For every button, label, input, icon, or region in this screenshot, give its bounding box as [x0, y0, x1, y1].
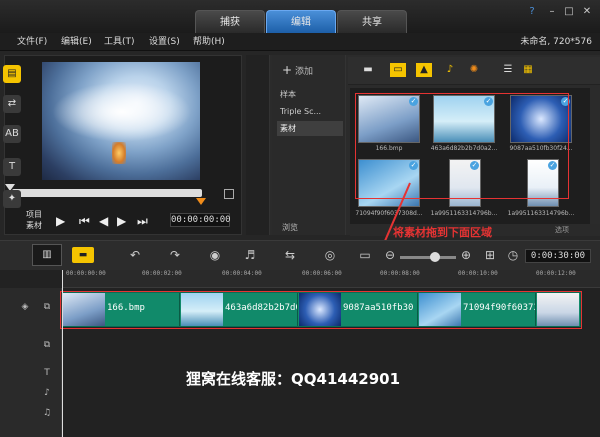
zoom-out-icon[interactable]: ⊖ [380, 246, 400, 264]
thumbnail-label: 1a9951163314796b... [430, 210, 498, 217]
flash-filter-icon[interactable]: ✺ [466, 63, 482, 77]
audio-mix-icon[interactable]: ♬ [240, 246, 260, 264]
scrub-bar[interactable] [12, 189, 202, 197]
motion-icon[interactable]: ⇆ [280, 246, 300, 264]
next-frame-icon[interactable]: ▶ [117, 214, 126, 228]
track-manager-icon[interactable]: ◎ [320, 246, 340, 264]
help-icon[interactable]: ? [525, 6, 539, 18]
zoom-in-icon[interactable]: ⊕ [456, 246, 476, 264]
timeline-playhead[interactable] [62, 270, 63, 437]
subtitle-icon[interactable]: ▭ [355, 246, 375, 264]
title-track-icon[interactable]: T [38, 366, 56, 380]
redo-icon[interactable]: ↷ [165, 246, 185, 264]
zoom-slider-knob[interactable] [430, 252, 440, 262]
folder-media[interactable]: 素材 [277, 121, 343, 136]
play-icon[interactable]: ▶ [56, 214, 65, 228]
mark-out-icon[interactable] [196, 198, 206, 205]
home-icon[interactable]: ⏮ [79, 214, 90, 229]
ruler-tick: 00:00:12:00 [536, 270, 576, 277]
fit-project-icon[interactable]: ⊞ [480, 246, 500, 264]
storyboard-view-icon[interactable]: ▥ [32, 244, 62, 266]
audio-filter-icon[interactable]: ♪ [442, 63, 458, 77]
minimize-icon[interactable]: – [545, 6, 559, 18]
record-icon[interactable]: ◉ [205, 246, 225, 264]
folder-sample[interactable]: 样本 [277, 87, 343, 102]
thumbnail-view-icon[interactable]: ▦ [520, 63, 536, 77]
add-label: 添加 [294, 67, 313, 77]
menu-tools[interactable]: 工具(T) [104, 33, 135, 51]
ruler-tick: 00:00:02:00 [142, 270, 182, 277]
folder-list [272, 55, 346, 235]
mode-clip[interactable]: 素材 [26, 220, 42, 231]
tab-share[interactable]: 共享 [337, 10, 407, 33]
filter-icon[interactable]: ✦ [3, 190, 21, 208]
title-icon[interactable]: AB [3, 125, 21, 143]
duration-clock-icon: ◷ [507, 248, 519, 262]
overlay-track-icon[interactable]: ⧉ [38, 338, 56, 352]
end-icon[interactable]: ⏭ [137, 214, 148, 229]
maximize-icon[interactable]: □ [562, 6, 576, 18]
watermark-text: 狸窝在线客服：QQ41442901 [186, 370, 400, 388]
undo-icon[interactable]: ↶ [125, 246, 145, 264]
instruction-text: 将素材拖到下面区域 [393, 226, 492, 239]
library-side-bar [246, 55, 270, 235]
voice-track-icon[interactable]: ♪ [38, 386, 56, 400]
video-track-icon[interactable]: ⧉ [38, 300, 56, 314]
ruler-tick: 00:00:04:00 [222, 270, 262, 277]
ruler-tick: 00:00:06:00 [302, 270, 342, 277]
ruler-tick: 00:00:10:00 [458, 270, 498, 277]
ruler-tick: 00:00:08:00 [380, 270, 420, 277]
menu-settings[interactable]: 设置(S) [149, 33, 180, 51]
project-info: 未命名, 720*576 [520, 37, 592, 47]
play-mode-labels[interactable]: 项目 素材 [26, 209, 42, 231]
open-folder-icon[interactable]: ▬ [360, 63, 376, 77]
media-folder-icon[interactable]: ▤ [3, 65, 21, 83]
video-editor-window: 捕获 编辑 共享 ? – □ ✕ 文件(F) 编辑(E) 工具(T) 设置(S)… [0, 0, 600, 437]
track-visibility-icon[interactable]: ◈ [16, 300, 34, 314]
menu-edit[interactable]: 编辑(E) [61, 33, 92, 51]
ruler-tick: 00:00:00:00 [66, 270, 106, 277]
menu-file[interactable]: 文件(F) [17, 33, 47, 51]
timeline-view-icon[interactable]: ▬ [72, 247, 94, 263]
clip-highlight [60, 291, 582, 329]
folder-triple-scroll[interactable]: Triple Sc... [277, 104, 343, 119]
list-view-icon[interactable]: ☰ [500, 63, 516, 77]
mode-project[interactable]: 项目 [26, 209, 42, 220]
video-filter-icon[interactable]: ▭ [390, 63, 406, 77]
transition-icon[interactable]: ⇄ [3, 95, 21, 113]
copy-icon[interactable] [224, 189, 234, 199]
add-folder-button[interactable]: + 添加 [282, 63, 313, 77]
options-button[interactable]: 选项 [555, 225, 569, 235]
text-icon[interactable]: T [3, 158, 21, 176]
thumbnail-label: 1a9951163314796b... [507, 210, 575, 217]
tab-edit[interactable]: 编辑 [266, 10, 336, 33]
browse-button[interactable]: 浏览 [282, 222, 298, 233]
menu-bar: 文件(F) 编辑(E) 工具(T) 设置(S) 帮助(H) 未命名, 720*5… [0, 33, 600, 51]
music-track-icon[interactable]: ♫ [38, 406, 56, 420]
zoom-slider[interactable] [400, 256, 456, 259]
tab-capture[interactable]: 捕获 [195, 10, 265, 33]
project-duration[interactable]: 0:00:30:00 [525, 249, 591, 263]
preview-video [42, 62, 200, 180]
preview-timecode[interactable]: 00:00:00:00 [170, 213, 231, 227]
close-icon[interactable]: ✕ [580, 6, 594, 18]
prev-frame-icon[interactable]: ◀ [99, 214, 108, 228]
menu-help[interactable]: 帮助(H) [193, 33, 225, 51]
photo-filter-icon[interactable]: ▲ [416, 63, 432, 77]
